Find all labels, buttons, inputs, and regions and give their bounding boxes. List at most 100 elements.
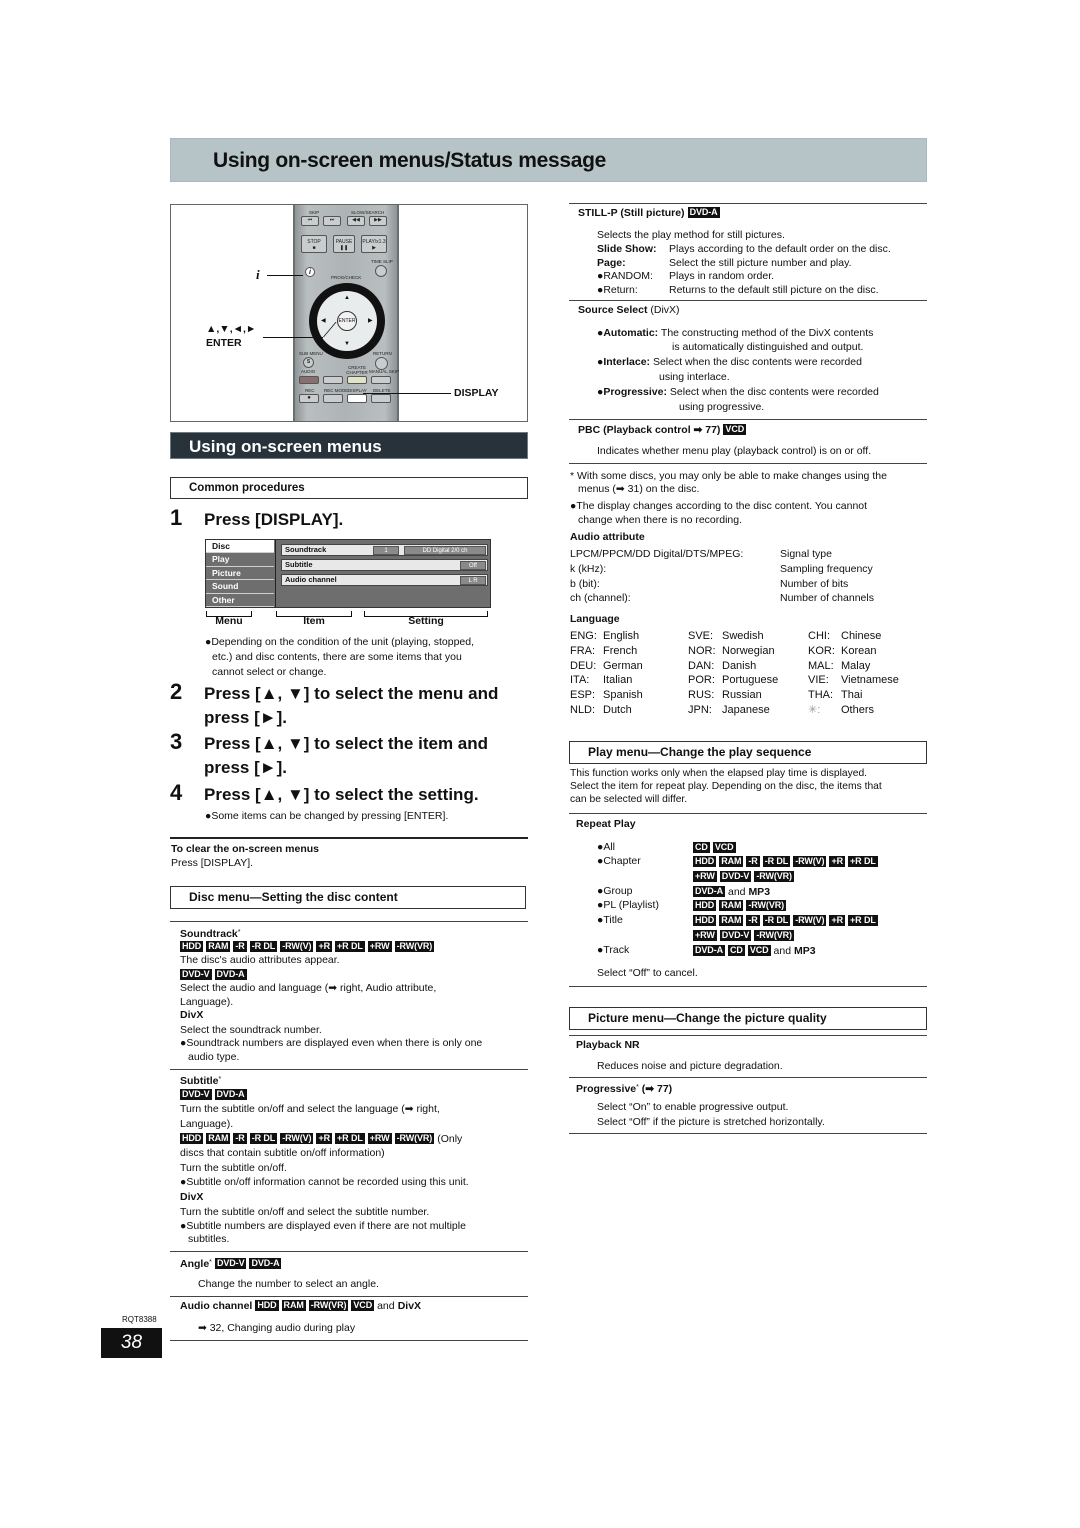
time-slip-button[interactable] (375, 265, 387, 277)
repeat-play-title: Repeat Play (576, 818, 636, 830)
step-1-text: Press [DISPLAY]. (204, 510, 344, 529)
disc-menu-title: Disc menu—Setting the disc content (189, 890, 398, 904)
color-button-green[interactable] (323, 376, 343, 384)
disc-type-badge: -RW(V) (280, 1133, 314, 1144)
display-note-line-1: ●The display changes according to the di… (570, 500, 868, 512)
osd-menu-play[interactable]: Play (206, 553, 274, 567)
rec-button[interactable]: ● (299, 394, 319, 403)
navigation-ring[interactable]: ▲ ▼ ◀ ▶ ENTER (309, 283, 385, 359)
osd-item-audio-channel[interactable]: Audio channel L R (281, 574, 488, 586)
divider (569, 463, 927, 464)
divider (569, 813, 927, 814)
osd-item-audio-channel-label: Audio channel (285, 575, 337, 584)
display-callout: DISPLAY (454, 387, 499, 399)
play-menu-intro-3: can be selected will differ. (570, 794, 688, 805)
stop-button[interactable]: STOP ■ (301, 235, 327, 253)
audio-attribute-title: Audio attribute (570, 531, 645, 543)
page-number: 38 (101, 1328, 162, 1358)
step-1-note-line-1: ●Depending on the condition of the unit … (205, 636, 475, 648)
footnote-line-2: menus (➡ 31) on the disc. (578, 483, 700, 495)
rec-mode-button[interactable] (323, 394, 343, 403)
disc-type-badge: +RW (693, 871, 717, 882)
repeat-play-item: ●Title (597, 914, 623, 926)
disc-type-badge: -RW(V) (793, 856, 827, 867)
common-procedures-title: Common procedures (189, 482, 305, 494)
osd-item-subtitle[interactable]: Subtitle Off (281, 559, 488, 571)
create-chapter-button[interactable] (347, 376, 367, 384)
language-code: ITA: (570, 674, 590, 687)
disc-type-badge: +RW (367, 941, 392, 952)
left-arrow-icon[interactable]: ◀ (321, 318, 326, 324)
disc-type-badge: +R (316, 1133, 332, 1144)
disc-type-badge: -RW(VR) (394, 941, 435, 952)
osd-subtitle-value: Off (460, 561, 486, 570)
osd-menu-picture[interactable]: Picture (206, 566, 274, 581)
footnote-line-1: * With some discs, you may only be able … (570, 470, 887, 482)
pause-button[interactable]: PAUSE ❚❚ (333, 235, 355, 253)
disc-type-badge: -RW(VR) (394, 1133, 435, 1144)
language-name: Danish (722, 659, 757, 672)
osd-audio-channel-value: L R (460, 576, 486, 585)
disc-type-badge: RAM (281, 1300, 306, 1311)
osd-menu-sound[interactable]: Sound (206, 580, 274, 594)
document-id: RQT8388 (122, 1315, 157, 1324)
disc-type-badge: DVD-V (719, 930, 752, 941)
language-code: FRA: (570, 644, 596, 657)
language-code: SVE: (688, 630, 714, 642)
play-menu-title: Play menu—Change the play sequence (588, 745, 812, 759)
osd-menu-list: Disc Play Picture Sound Other (206, 540, 274, 607)
osd-menu-other[interactable]: Other (206, 593, 274, 607)
delete-button[interactable] (371, 394, 391, 403)
osd-item-soundtrack[interactable]: Soundtrack 1 DD Digital 2/0 ch (281, 544, 488, 556)
right-arrow-icon[interactable]: ▶ (368, 318, 373, 324)
disc-type-badge: RAM (719, 856, 744, 867)
disc-type-badge: -R (746, 915, 760, 926)
direction-pad[interactable]: ▲ ▼ ◀ ▶ ENTER (317, 291, 377, 351)
language-code: NLD: (570, 704, 596, 716)
fast-forward-button[interactable]: ▶▶ (369, 216, 387, 226)
play-menu-intro-1: This function works only when the elapse… (570, 768, 868, 779)
disc-type-badge: HDD (693, 856, 717, 867)
repeat-play-badges: +RW DVD-V -RW(VR) (693, 930, 797, 943)
disc-type-badge: +R (316, 941, 332, 952)
rewind-button[interactable]: ◀◀ (347, 216, 365, 226)
repeat-play-suffix: and (728, 886, 749, 898)
divider (569, 1035, 927, 1036)
display-button[interactable] (347, 394, 367, 403)
disc-type-badge: HDD (255, 1300, 279, 1311)
enter-callout: ENTER (206, 337, 242, 349)
disc-type-badge: DVD-A (249, 1258, 282, 1269)
subtitle-note-2-line-2: subtitles. (188, 1233, 230, 1245)
subtitle-text-1-line-2: Language). (180, 1118, 234, 1130)
still-p-option-text: Select the still picture number and play… (669, 256, 852, 269)
subtitle-text-4: Turn the subtitle on/off and select the … (180, 1206, 430, 1218)
osd-menu-disc[interactable]: Disc (206, 540, 274, 554)
play-menu-header: Play menu—Change the play sequence (569, 741, 927, 764)
angle-text: Change the number to select an angle. (198, 1278, 379, 1290)
enter-button[interactable]: ENTER (337, 311, 357, 331)
disc-type-badge: +R DL (335, 941, 365, 952)
sub-menu-button[interactable]: S (303, 357, 314, 368)
divider (170, 1251, 528, 1252)
osd-item-subtitle-label: Subtitle (285, 560, 313, 569)
still-p-option-label: ●RANDOM: (597, 270, 653, 283)
disc-menu-header: Disc menu—Setting the disc content (170, 886, 526, 909)
repeat-play-item: ●All (597, 841, 616, 853)
skip-back-button[interactable]: ⏮ (301, 216, 319, 226)
disc-type-badge: DVD-V (180, 969, 212, 980)
source-progressive: ●Progressive: Select when the disc conte… (597, 386, 879, 400)
play-button[interactable]: PLAY/x1.3 ▶ (361, 235, 387, 253)
source-select-title: Source Select (578, 304, 648, 316)
up-arrow-icon[interactable]: ▲ (344, 295, 350, 301)
down-arrow-icon[interactable]: ▼ (344, 341, 350, 347)
disc-type-badge: +RW (367, 1133, 392, 1144)
disc-type-badge: RAM (719, 915, 744, 926)
language-code: THA: (808, 689, 834, 702)
skip-forward-button[interactable]: ⏭ (323, 216, 341, 226)
disc-type-badge: +R (829, 915, 845, 926)
info-button[interactable]: i (305, 267, 315, 277)
play-menu-intro-2: Select the item for repeat play. Dependi… (570, 781, 882, 792)
manual-skip-button[interactable] (371, 376, 391, 384)
audio-button[interactable] (299, 376, 319, 384)
footnote-mark: * (209, 1259, 212, 1266)
